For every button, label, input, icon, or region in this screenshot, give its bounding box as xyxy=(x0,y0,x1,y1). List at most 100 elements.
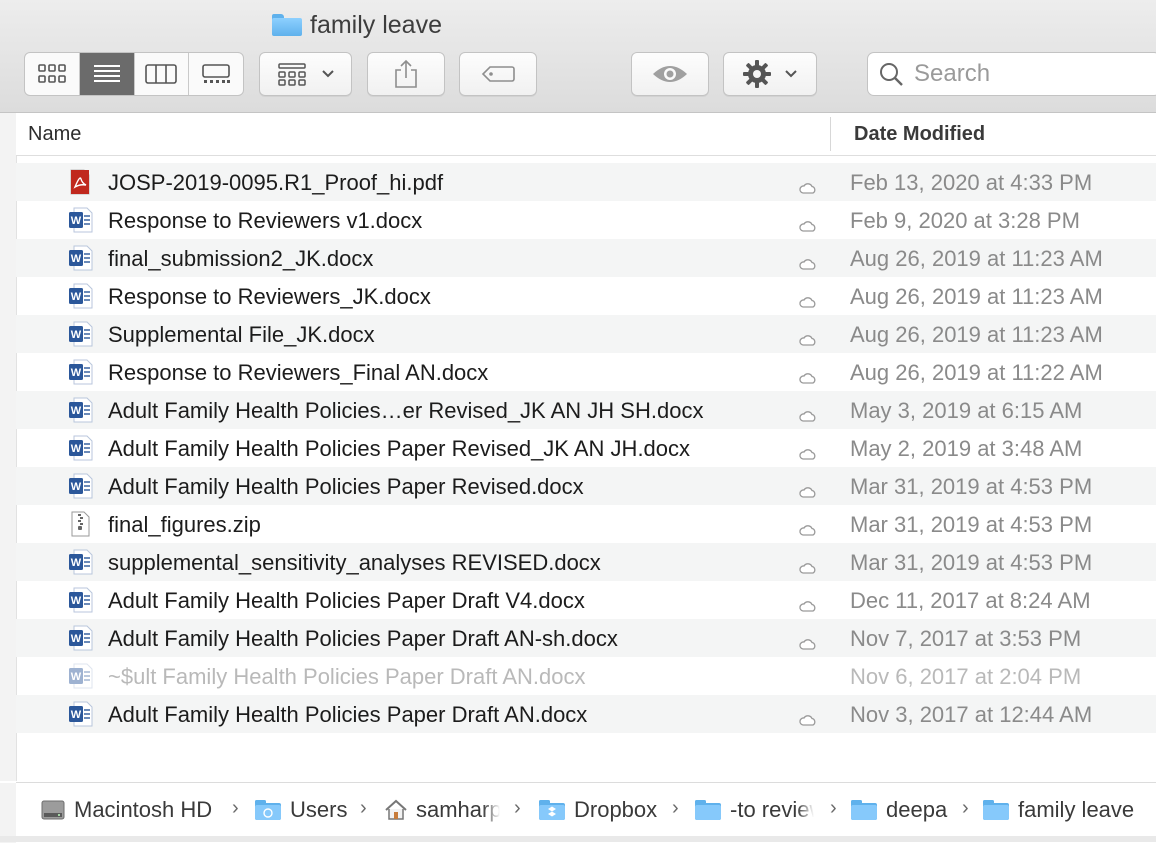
icon-view-button[interactable] xyxy=(25,53,80,95)
file-name: Supplemental File_JK.docx xyxy=(108,322,375,347)
file-date-modified: Aug 26, 2019 at 11:23 AM xyxy=(850,246,1103,271)
search-field[interactable] xyxy=(867,52,1156,96)
cloud-sync-icon xyxy=(798,365,818,391)
file-date-modified: May 2, 2019 at 3:48 AM xyxy=(850,436,1083,461)
name-column-header[interactable]: Name xyxy=(28,123,81,146)
window-title-text: family leave xyxy=(310,10,442,39)
file-name: final_submission2_JK.docx xyxy=(108,246,374,271)
sidebar-edge xyxy=(0,113,17,781)
file-date-modified: Mar 31, 2019 at 4:53 PM xyxy=(850,474,1093,499)
file-row[interactable]: W supplemental_sensitivity_analyses REVI… xyxy=(16,543,1156,581)
path-item-deepa[interactable]: deepa xyxy=(850,797,947,823)
file-row[interactable]: W Adult Family Health Policies Paper Dra… xyxy=(16,619,1156,657)
path-item-dropbox[interactable]: Dropbox xyxy=(538,797,657,823)
gear-icon xyxy=(743,60,771,88)
icon-grid-icon xyxy=(38,64,66,83)
file-row[interactable]: W final_submission2_JK.docx Aug 26, 2019… xyxy=(16,239,1156,277)
date-modified-column-header[interactable]: Date Modified xyxy=(854,123,985,146)
file-name: Adult Family Health Policies Paper Revis… xyxy=(108,474,584,499)
path-item-macintosh-hd[interactable]: Macintosh HD xyxy=(40,797,212,823)
path-item-users[interactable]: Users xyxy=(254,797,347,823)
file-row[interactable]: W Adult Family Health Policies…er Revise… xyxy=(16,391,1156,429)
path-item-to-review[interactable]: -to review xyxy=(694,797,814,823)
group-grid-icon xyxy=(277,63,306,86)
file-date-modified: Aug 26, 2019 at 11:23 AM xyxy=(850,322,1103,347)
group-by-button[interactable] xyxy=(259,52,352,96)
cloud-sync-icon xyxy=(798,327,818,353)
file-date-modified: Mar 31, 2019 at 4:53 PM xyxy=(850,550,1093,575)
cloud-sync-icon xyxy=(798,593,818,619)
file-name: Adult Family Health Policies Paper Draft… xyxy=(108,702,588,727)
word-document-icon: W xyxy=(68,663,94,695)
svg-text:W: W xyxy=(71,291,82,303)
file-date-modified: Dec 11, 2017 at 8:24 AM xyxy=(850,588,1091,613)
file-list: Name Date Modified JOSP-2019-0095.R1_Pro… xyxy=(0,113,1156,781)
cloud-sync-icon xyxy=(798,403,818,429)
file-row[interactable]: W Adult Family Health Policies Paper Dra… xyxy=(16,695,1156,733)
file-row[interactable]: final_figures.zip Mar 31, 2019 at 4:53 P… xyxy=(16,505,1156,543)
columns-icon xyxy=(145,64,178,84)
view-mode-control xyxy=(24,52,244,96)
cloud-sync-icon xyxy=(798,251,818,277)
search-input[interactable] xyxy=(912,59,1136,89)
column-view-button[interactable] xyxy=(135,53,190,95)
file-row[interactable]: JOSP-2019-0095.R1_Proof_hi.pdf Feb 13, 2… xyxy=(16,163,1156,201)
path-bar: Macintosh HD › Users › samharp › Dropbox › -to r… xyxy=(0,782,1156,843)
word-document-icon: W xyxy=(68,587,94,619)
quick-look-button[interactable] xyxy=(631,52,709,96)
column-header: Name Date Modified xyxy=(16,113,1156,156)
path-separator-chevron-icon: › xyxy=(830,797,837,819)
path-item-family-leave[interactable]: family leave xyxy=(982,797,1134,823)
share-button[interactable] xyxy=(367,52,445,96)
path-item-samharp[interactable]: samharp xyxy=(384,797,500,823)
svg-text:W: W xyxy=(71,633,82,645)
chevron-down-icon xyxy=(785,70,797,78)
path-item-label: deepa xyxy=(886,797,948,822)
pdf-file-icon xyxy=(68,169,92,201)
cloud-sync-icon xyxy=(798,517,818,543)
gallery-view-button[interactable] xyxy=(189,53,243,95)
file-row[interactable]: W Response to Reviewers v1.docx Feb 9, 2… xyxy=(16,201,1156,239)
svg-text:W: W xyxy=(71,481,82,493)
file-name: Response to Reviewers v1.docx xyxy=(108,208,423,233)
column-divider[interactable] xyxy=(830,117,831,151)
cloud-sync-icon xyxy=(798,479,818,505)
list-view-button[interactable] xyxy=(79,53,135,95)
cloud-sync-icon xyxy=(798,213,818,239)
cloud-sync-icon xyxy=(798,707,818,733)
action-menu-button[interactable] xyxy=(723,52,817,96)
path-item-label: family leave xyxy=(1018,797,1135,822)
file-row[interactable]: W Response to Reviewers_JK.docx Aug 26, … xyxy=(16,277,1156,315)
svg-text:W: W xyxy=(71,557,82,569)
path-separator-chevron-icon: › xyxy=(360,797,367,819)
dropbox-folder-icon xyxy=(538,799,566,821)
word-document-icon: W xyxy=(68,397,94,429)
word-document-icon: W xyxy=(68,321,94,353)
svg-text:W: W xyxy=(71,709,82,721)
svg-text:W: W xyxy=(71,443,82,455)
svg-text:W: W xyxy=(71,595,82,607)
file-name: Adult Family Health Policies…er Revised_… xyxy=(108,398,704,423)
path-separator-chevron-icon: › xyxy=(514,797,521,819)
file-date-modified: Nov 7, 2017 at 3:53 PM xyxy=(850,626,1082,651)
file-row[interactable]: W Adult Family Health Policies Paper Rev… xyxy=(16,467,1156,505)
path-separator-chevron-icon: › xyxy=(962,797,969,819)
file-name: Adult Family Health Policies Paper Revis… xyxy=(108,436,691,461)
file-row[interactable]: W ~$ult Family Health Policies Paper Dra… xyxy=(16,657,1156,695)
word-document-icon: W xyxy=(68,701,94,733)
cloud-sync-icon xyxy=(798,175,818,201)
tag-icon xyxy=(481,66,515,82)
cloud-sync-icon xyxy=(798,555,818,581)
word-document-icon: W xyxy=(68,435,94,467)
status-strip xyxy=(0,836,1156,842)
gallery-icon xyxy=(202,64,231,83)
file-row[interactable]: W Adult Family Health Policies Paper Dra… xyxy=(16,581,1156,619)
word-document-icon: W xyxy=(68,473,94,505)
window-title: family leave xyxy=(272,8,442,42)
file-row[interactable]: W Adult Family Health Policies Paper Rev… xyxy=(16,429,1156,467)
file-row[interactable]: W Supplemental File_JK.docx Aug 26, 2019… xyxy=(16,315,1156,353)
tags-button[interactable] xyxy=(459,52,537,96)
file-row[interactable]: W Response to Reviewers_Final AN.docx Au… xyxy=(16,353,1156,391)
file-date-modified: Nov 3, 2017 at 12:44 AM xyxy=(850,702,1093,727)
word-document-icon: W xyxy=(68,549,94,581)
